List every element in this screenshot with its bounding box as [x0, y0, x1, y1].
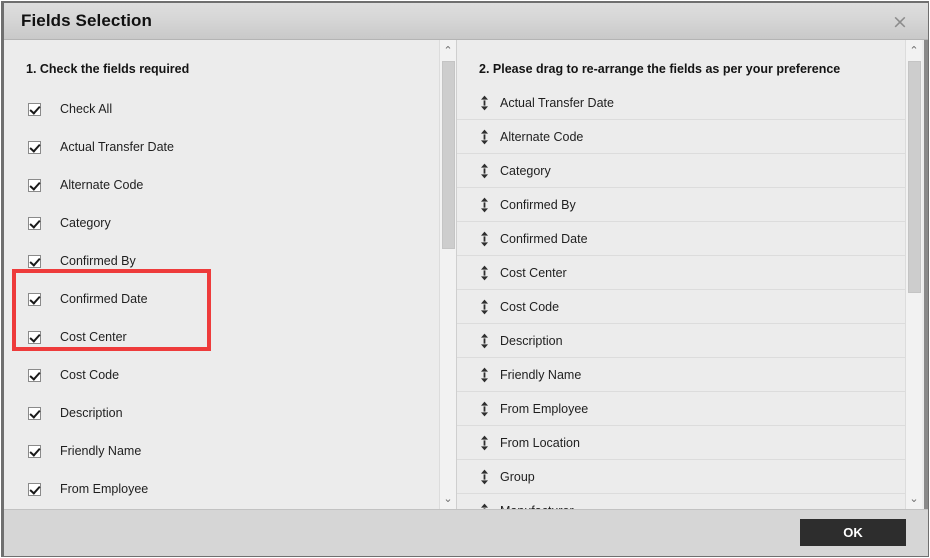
drag-updown-icon[interactable] [479, 129, 490, 145]
scroll-up-icon[interactable]: ⌃ [906, 42, 922, 59]
drag-updown-icon[interactable] [479, 299, 490, 315]
checkbox-label: Friendly Name [60, 444, 142, 458]
checkbox-row[interactable]: Check All [4, 90, 441, 128]
drag-updown-icon[interactable] [479, 333, 490, 349]
drag-updown-icon[interactable] [479, 367, 490, 383]
checkbox-icon[interactable] [28, 140, 41, 154]
drag-row-label: Actual Transfer Date [500, 95, 614, 110]
drag-row-label: From Location [500, 435, 580, 450]
checkbox-icon[interactable] [28, 368, 41, 382]
checkbox-row[interactable]: Cost Center [4, 318, 441, 356]
drag-row[interactable]: Cost Code [457, 290, 905, 324]
drag-row[interactable]: Confirmed Date [457, 222, 905, 256]
fields-checklist-panel: 1. Check the fields required Check All Ac… [4, 40, 441, 509]
drag-row[interactable]: Alternate Code [457, 120, 905, 154]
checkbox-row[interactable]: Actual Transfer Date [4, 128, 441, 166]
checkbox-label: Cost Center [60, 330, 127, 344]
drag-row-label: Confirmed Date [500, 231, 588, 246]
drag-row[interactable]: From Employee [457, 392, 905, 426]
checkbox-row[interactable]: Confirmed Date [4, 280, 441, 318]
checkbox-label: Description [60, 406, 123, 420]
order-scrollbar[interactable]: ⌃ ⌄ [905, 40, 922, 509]
drag-row[interactable]: Actual Transfer Date [457, 86, 905, 120]
checkbox-label: Category [60, 216, 111, 230]
checkbox-label: Confirmed Date [60, 292, 148, 306]
checkbox-label: Actual Transfer Date [60, 140, 174, 154]
drag-updown-icon[interactable] [479, 231, 490, 247]
checkbox-icon[interactable] [28, 482, 41, 496]
checkbox-row[interactable]: From Employee [4, 470, 441, 508]
drag-updown-icon[interactable] [479, 401, 490, 417]
checkbox-label: From Employee [60, 482, 149, 496]
close-icon[interactable]: × [888, 10, 912, 34]
dialog-titlebar: Fields Selection × [4, 3, 928, 40]
drag-row[interactable]: Confirmed By [457, 188, 905, 222]
drag-updown-icon[interactable] [479, 435, 490, 451]
fields-selection-dialog: Fields Selection × 1. Check the fields r… [0, 0, 930, 558]
checkbox-label: Confirmed By [60, 254, 136, 268]
scrollbar-thumb[interactable] [908, 61, 921, 293]
checkbox-row[interactable]: Friendly Name [4, 432, 441, 470]
checkbox-label: Alternate Code [60, 178, 144, 192]
drag-row-label: Alternate Code [500, 129, 584, 144]
scroll-down-icon[interactable]: ⌄ [440, 490, 456, 507]
drag-row-label: Description [500, 333, 563, 348]
drag-row-label: From Employee [500, 401, 589, 416]
checkbox-row[interactable]: Description [4, 394, 441, 432]
checkbox-icon[interactable] [28, 406, 41, 420]
checkbox-icon[interactable] [28, 102, 41, 116]
checkbox-row[interactable]: Cost Code [4, 356, 441, 394]
dialog-footer: OK [4, 509, 928, 556]
checkbox-icon[interactable] [28, 330, 41, 344]
checkbox-icon[interactable] [28, 254, 41, 268]
scroll-up-icon[interactable]: ⌃ [440, 42, 456, 59]
drag-updown-icon[interactable] [479, 197, 490, 213]
drag-row-label: Group [500, 469, 535, 484]
checkbox-label: Cost Code [60, 368, 120, 382]
drag-updown-icon[interactable] [479, 265, 490, 281]
dialog-content: 1. Check the fields required Check All Ac… [4, 40, 928, 509]
fields-checkbox-list: Check All Actual Transfer Date Alternate C… [4, 90, 441, 508]
order-heading: 2. Please drag to re-arrange the fields … [479, 62, 841, 76]
drag-row-label: Cost Code [500, 299, 560, 314]
drag-row[interactable]: Description [457, 324, 905, 358]
checkbox-label: Check All [60, 102, 113, 116]
drag-row[interactable]: Friendly Name [457, 358, 905, 392]
checkbox-icon[interactable] [28, 444, 41, 458]
checkbox-row[interactable]: Category [4, 204, 441, 242]
drag-row-label: Confirmed By [500, 197, 576, 212]
checklist-scrollbar[interactable]: ⌃ ⌄ [439, 40, 456, 509]
drag-updown-icon[interactable] [479, 469, 490, 485]
ok-button[interactable]: OK [800, 519, 906, 546]
content-right-edge [924, 40, 928, 509]
drag-row[interactable]: Group [457, 460, 905, 494]
checkbox-icon[interactable] [28, 292, 41, 306]
scrollbar-thumb[interactable] [442, 61, 455, 249]
drag-updown-icon[interactable] [479, 163, 490, 179]
checkbox-row[interactable]: Alternate Code [4, 166, 441, 204]
drag-row-label: Cost Center [500, 265, 567, 280]
drag-row[interactable]: Category [457, 154, 905, 188]
drag-row-label: Friendly Name [500, 367, 582, 382]
checklist-heading: 1. Check the fields required [26, 62, 190, 76]
drag-row[interactable]: From Location [457, 426, 905, 460]
drag-updown-icon[interactable] [479, 95, 490, 111]
drag-row[interactable]: Manufacturer [457, 494, 905, 509]
fields-drag-list: Actual Transfer Date Alternate Code Catego… [457, 86, 905, 509]
checkbox-row[interactable]: Confirmed By [4, 242, 441, 280]
scroll-down-icon[interactable]: ⌄ [906, 490, 922, 507]
dialog-title: Fields Selection [21, 11, 153, 30]
drag-row-label: Category [500, 163, 551, 178]
fields-order-panel: 2. Please drag to re-arrange the fields … [457, 40, 905, 509]
drag-row[interactable]: Cost Center [457, 256, 905, 290]
checkbox-icon[interactable] [28, 178, 41, 192]
checkbox-icon[interactable] [28, 216, 41, 230]
